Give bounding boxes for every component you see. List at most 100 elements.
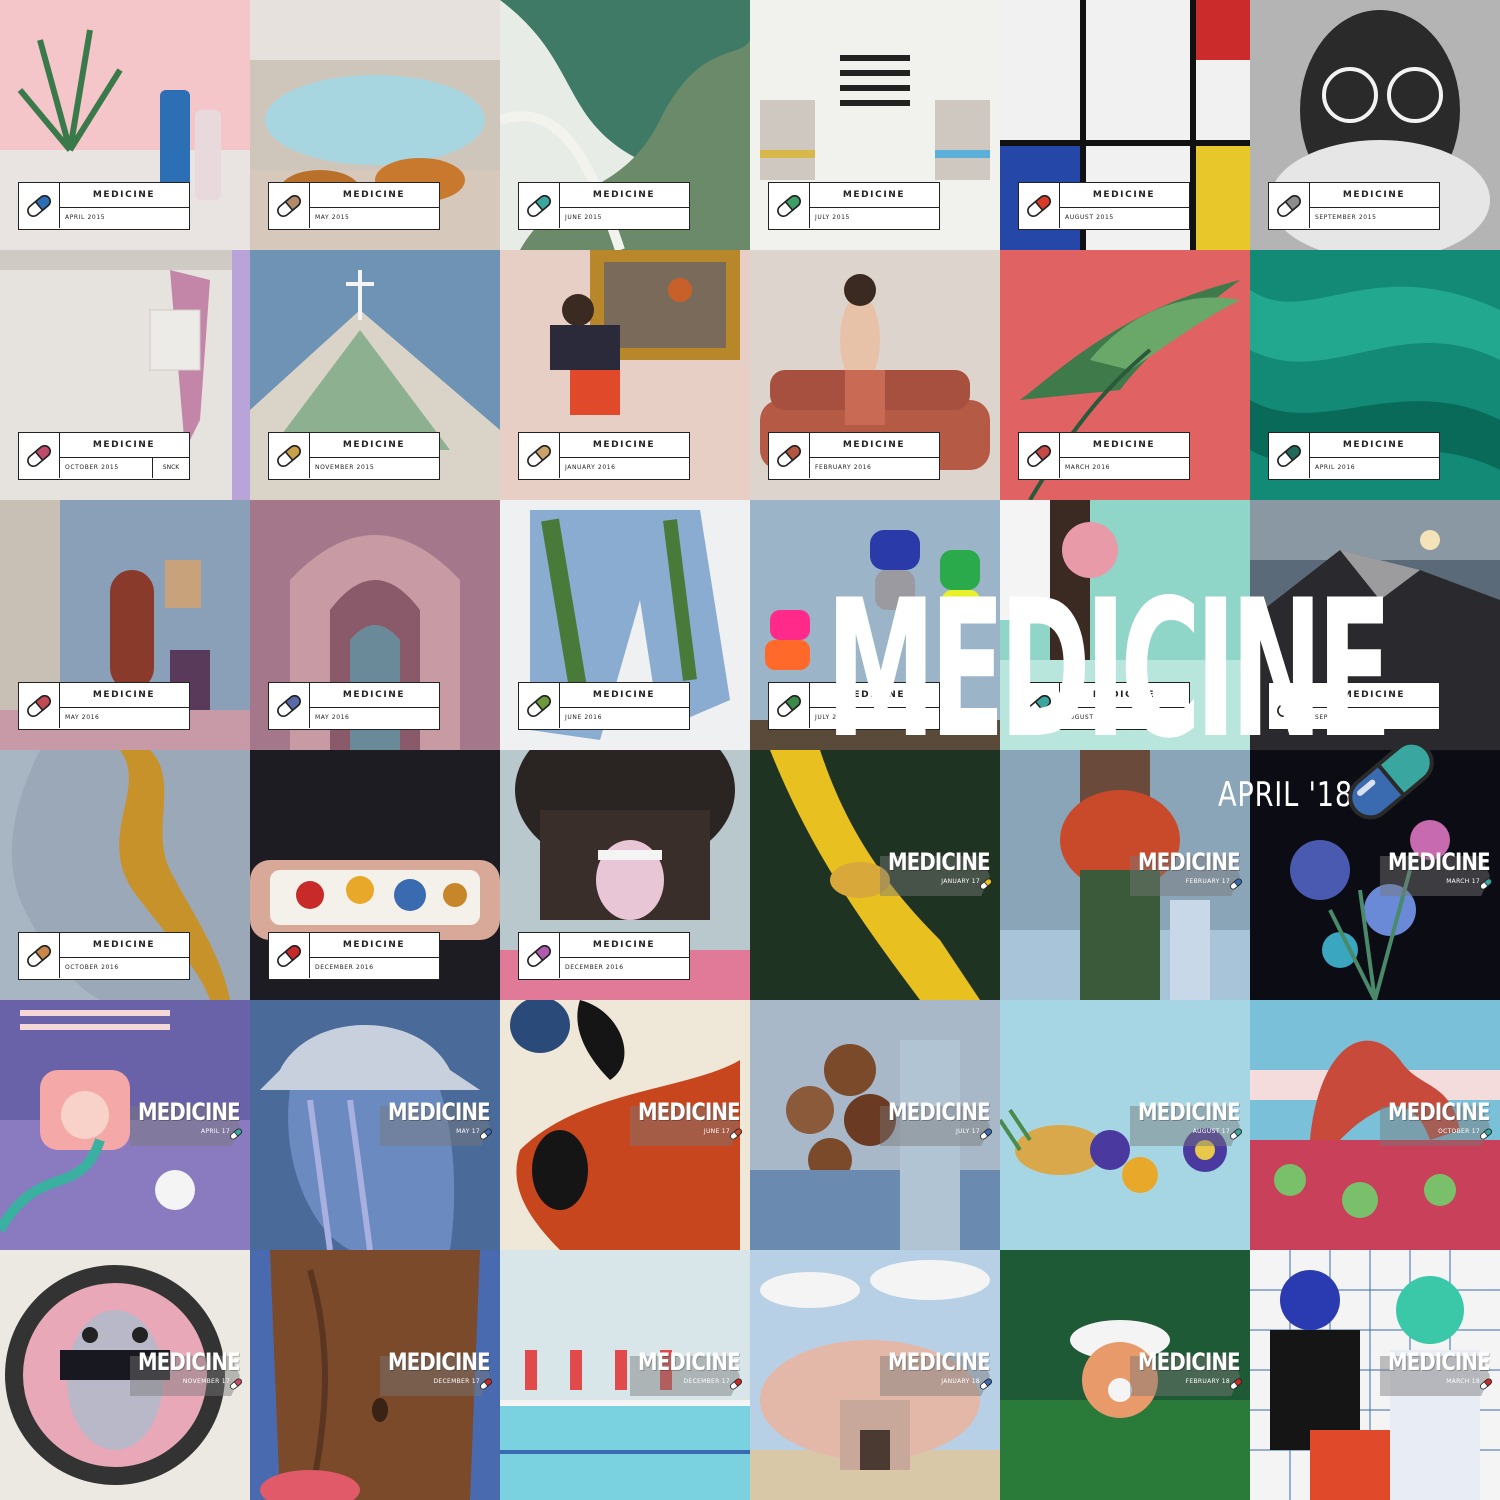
cover-tile[interactable]: MEDICINE APRIL 17	[0, 1000, 250, 1250]
cover-grid: MEDICINE APRIL 2015 MEDICINE MAY 2015 MEDICI…	[0, 0, 1500, 1500]
issue-label: MEDICINE MAY 2015	[268, 182, 440, 230]
issue-title: MEDICINE	[1059, 433, 1189, 458]
pill-icon	[980, 878, 992, 890]
issue-date: JANUARY 2016	[565, 464, 616, 471]
issue-extra: SNCK	[152, 457, 189, 478]
cover-tile[interactable]: MEDICINE JANUARY 18	[750, 1250, 1000, 1500]
cover-tile[interactable]: MEDICINE SEPTEMBER 2016	[1250, 500, 1500, 750]
pill-icon	[1277, 194, 1301, 217]
pill-box	[19, 433, 60, 478]
pill-icon	[480, 1128, 492, 1140]
pill-box	[519, 183, 560, 228]
issue-wordmark: MEDICINE	[138, 1098, 241, 1126]
issue-date: MAY 2015	[315, 214, 350, 221]
cover-tile[interactable]: MEDICINE OCTOBER 2015 SNCK	[0, 250, 250, 500]
mini-pill	[1228, 876, 1244, 897]
mini-pill	[1478, 876, 1494, 897]
issue-label: MEDICINE FEBRUARY 2016	[768, 432, 940, 480]
cover-tile[interactable]: MEDICINE DECEMBER 2016	[500, 750, 750, 1000]
issue-logo: MEDICINE DECEMBER 17	[630, 1348, 750, 1400]
pill-box	[1269, 183, 1310, 228]
issue-date: DECEMBER 17	[683, 1378, 730, 1385]
pill-icon	[527, 944, 551, 967]
mini-pill	[978, 876, 994, 897]
mini-pill	[728, 1376, 744, 1397]
cover-tile[interactable]: MEDICINE MAY 2016	[0, 500, 250, 750]
cover-tile[interactable]: MEDICINE MARCH 2016	[1000, 250, 1250, 500]
mini-pill	[1478, 1126, 1494, 1147]
cover-tile[interactable]: MEDICINE APRIL 2015	[0, 0, 250, 250]
cover-tile[interactable]: MEDICINE JUNE 2015	[500, 0, 750, 250]
cover-tile[interactable]: MEDICINE NOVEMBER 17	[0, 1250, 250, 1500]
issue-title: MEDICINE	[559, 683, 689, 708]
cover-tile[interactable]: MEDICINE JULY 17	[750, 1000, 1000, 1250]
cover-tile[interactable]: MEDICINE MAY 2015	[250, 0, 500, 250]
pill-box	[1269, 683, 1310, 728]
pill-box	[19, 183, 60, 228]
issue-date: MARCH 17	[1446, 878, 1480, 885]
cover-tile[interactable]: MEDICINE FEBRUARY 18	[1000, 1250, 1250, 1500]
pill-icon	[480, 1378, 492, 1390]
pill-box	[269, 933, 310, 978]
cover-tile[interactable]: MEDICINE JUNE 2016	[500, 500, 750, 750]
cover-tile[interactable]: MEDICINE OCTOBER 2016	[0, 750, 250, 1000]
pill-icon	[1027, 444, 1051, 467]
pill-icon	[277, 694, 301, 717]
cover-tile[interactable]: MEDICINE OCTOBER 17	[1250, 1000, 1500, 1250]
cover-tile[interactable]: MEDICINE DECEMBER 17	[250, 1250, 500, 1500]
issue-label: MEDICINE MAY 2016	[268, 682, 440, 730]
cover-tile[interactable]: MEDICINE SEPTEMBER 2015	[1250, 0, 1500, 250]
cover-tile[interactable]: MEDICINE DECEMBER 2016	[250, 750, 500, 1000]
mini-pill	[228, 1126, 244, 1147]
cover-tile[interactable]: MEDICINE JUNE 17	[500, 1000, 750, 1250]
issue-wordmark: MEDICINE	[1138, 848, 1241, 876]
cover-tile[interactable]: MEDICINE FEBRUARY 2016	[750, 250, 1000, 500]
pill-icon	[27, 694, 51, 717]
issue-date: MAY 2016	[65, 714, 100, 721]
issue-wordmark: MEDICINE	[1138, 1098, 1241, 1126]
cover-tile[interactable]: MEDICINE JULY 2016	[750, 500, 1000, 750]
issue-title: MEDICINE	[1059, 683, 1189, 708]
issue-date: AUGUST 17	[1192, 1128, 1230, 1135]
cover-tile[interactable]: MEDICINE FEBRUARY 17	[1000, 750, 1250, 1000]
issue-label: MEDICINE OCTOBER 2015 SNCK	[18, 432, 190, 480]
mini-pill	[478, 1376, 494, 1397]
cover-tile[interactable]: MEDICINE JULY 2015	[750, 0, 1000, 250]
issue-title: MEDICINE	[59, 683, 189, 708]
cover-tile[interactable]: MEDICINE AUGUST 2016	[1000, 500, 1250, 750]
issue-date: JUNE 2015	[565, 214, 603, 221]
issue-date: FEBRUARY 17	[1185, 878, 1230, 885]
issue-date: FEBRUARY 18	[1185, 1378, 1230, 1385]
cover-tile[interactable]: MEDICINE AUGUST 17	[1000, 1000, 1250, 1250]
cover-tile[interactable]: MEDICINE APRIL 2016	[1250, 250, 1500, 500]
pill-icon	[230, 1378, 242, 1390]
issue-date: JANUARY 17	[941, 878, 980, 885]
issue-label: MEDICINE AUGUST 2016	[1018, 682, 1190, 730]
issue-title: MEDICINE	[1309, 183, 1439, 208]
cover-tile[interactable]: MEDICINE JANUARY 2016	[500, 250, 750, 500]
cover-tile[interactable]: MEDICINE MARCH 18	[1250, 1250, 1500, 1500]
issue-logo: MEDICINE JANUARY 18	[880, 1348, 1000, 1400]
issue-logo: MEDICINE JULY 17	[880, 1098, 1000, 1150]
issue-label: MEDICINE OCTOBER 2016	[18, 932, 190, 980]
issue-logo: MEDICINE AUGUST 17	[1130, 1098, 1250, 1150]
pill-box	[1019, 433, 1060, 478]
cover-tile[interactable]: MEDICINE JANUARY 17	[750, 750, 1000, 1000]
mini-pill	[1228, 1126, 1244, 1147]
issue-title: MEDICINE	[309, 433, 439, 458]
pill-box	[769, 433, 810, 478]
issue-wordmark: MEDICINE	[638, 1098, 741, 1126]
cover-tile[interactable]: MEDICINE NOVEMBER 2015	[250, 250, 500, 500]
cover-tile[interactable]: MEDICINE AUGUST 2015	[1000, 0, 1250, 250]
cover-tile[interactable]: MEDICINE MAY 17	[250, 1000, 500, 1250]
issue-date: DECEMBER 2016	[315, 964, 374, 971]
issue-wordmark: MEDICINE	[1138, 1348, 1241, 1376]
pill-icon	[730, 1128, 742, 1140]
issue-wordmark: MEDICINE	[388, 1348, 491, 1376]
cover-tile[interactable]: MEDICINE DECEMBER 17	[500, 1250, 750, 1500]
issue-logo: MEDICINE JUNE 17	[630, 1098, 750, 1150]
pill-box	[269, 433, 310, 478]
issue-logo: MEDICINE MARCH 17	[1380, 848, 1500, 900]
cover-tile[interactable]: MEDICINE MARCH 17	[1250, 750, 1500, 1000]
cover-tile[interactable]: MEDICINE MAY 2016	[250, 500, 500, 750]
